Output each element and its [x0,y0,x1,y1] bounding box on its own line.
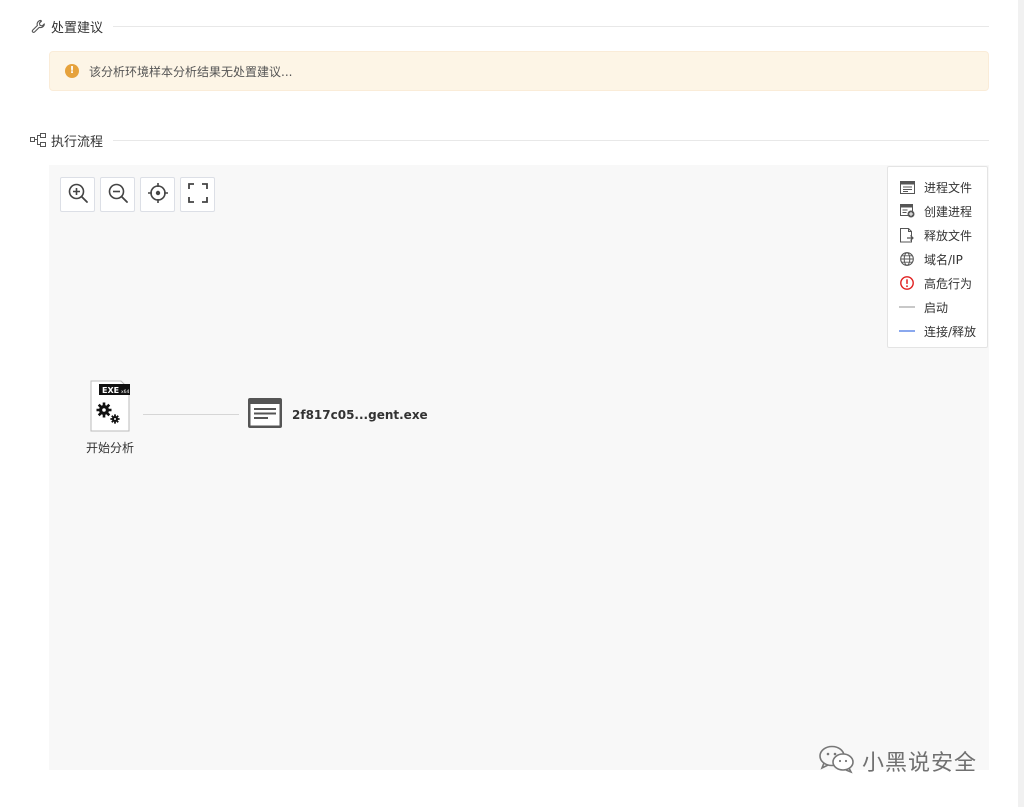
node-process-label: 2f817c05...gent.exe [292,408,428,422]
process-file-icon [247,397,283,433]
legend-label: 进程文件 [924,180,973,195]
locate-icon [147,182,169,208]
flow-graph-icon [30,132,46,148]
legend-panel: 进程文件 创建进程 释放文件 域名/IP 高危行为 启动 连接/释放 [887,166,988,348]
legend-label: 启动 [924,300,949,315]
release-file-icon [899,227,915,243]
globe-icon [899,251,915,267]
svg-text:x64: x64 [121,389,130,395]
legend-label: 高危行为 [924,276,973,291]
fullscreen-icon [187,182,208,207]
legend-item-process-file: 进程文件 [888,175,987,199]
zoom-out-icon [107,182,129,208]
alert-icon [899,275,915,291]
legend-item-connect-release: 连接/释放 [888,319,987,343]
legend-label: 域名/IP [924,252,963,267]
node-process[interactable]: 2f817c05...gent.exe [247,398,428,432]
watermark: 小黑说安全 [818,743,977,779]
flow-canvas[interactable]: 进程文件 创建进程 释放文件 域名/IP 高危行为 启动 连接/释放 EXE x… [49,165,989,770]
advice-alert-text: 该分析环境样本分析结果无处置建议... [89,64,293,79]
zoom-out-button[interactable] [100,177,135,212]
legend-label: 创建进程 [924,204,973,219]
advice-section-header: 处置建议 [30,16,989,36]
legend-label: 释放文件 [924,228,973,243]
page-scrollbar[interactable] [1018,0,1024,807]
divider [113,139,989,141]
exe-file-icon: EXE x64 [90,380,130,436]
info-icon: ! [65,64,79,78]
fullscreen-button[interactable] [180,177,215,212]
locate-button[interactable] [140,177,175,212]
launch-edge [143,414,239,415]
connect-line-icon [899,323,915,339]
zoom-in-button[interactable] [60,177,95,212]
wechat-icon [818,744,856,778]
legend-item-high-risk: 高危行为 [888,271,987,295]
advice-title: 处置建议 [51,20,104,36]
legend-item-domain-ip: 域名/IP [888,247,987,271]
flow-title: 执行流程 [51,134,104,150]
launch-line-icon [899,299,915,315]
process-file-icon [899,179,915,195]
node-start-analysis[interactable]: EXE x64 开始分析 [85,380,135,456]
watermark-text: 小黑说安全 [862,751,978,776]
create-process-icon [899,203,915,219]
legend-item-create-process: 创建进程 [888,199,987,223]
zoom-in-icon [67,182,89,208]
svg-text:EXE: EXE [102,386,119,395]
legend-item-release-file: 释放文件 [888,223,987,247]
advice-alert: ! 该分析环境样本分析结果无处置建议... [49,51,989,91]
flow-section-header: 执行流程 [30,130,989,150]
node-start-label: 开始分析 [85,441,134,455]
wrench-icon [30,18,46,34]
legend-item-launch: 启动 [888,295,987,319]
legend-label: 连接/释放 [924,324,977,339]
divider [113,25,989,27]
